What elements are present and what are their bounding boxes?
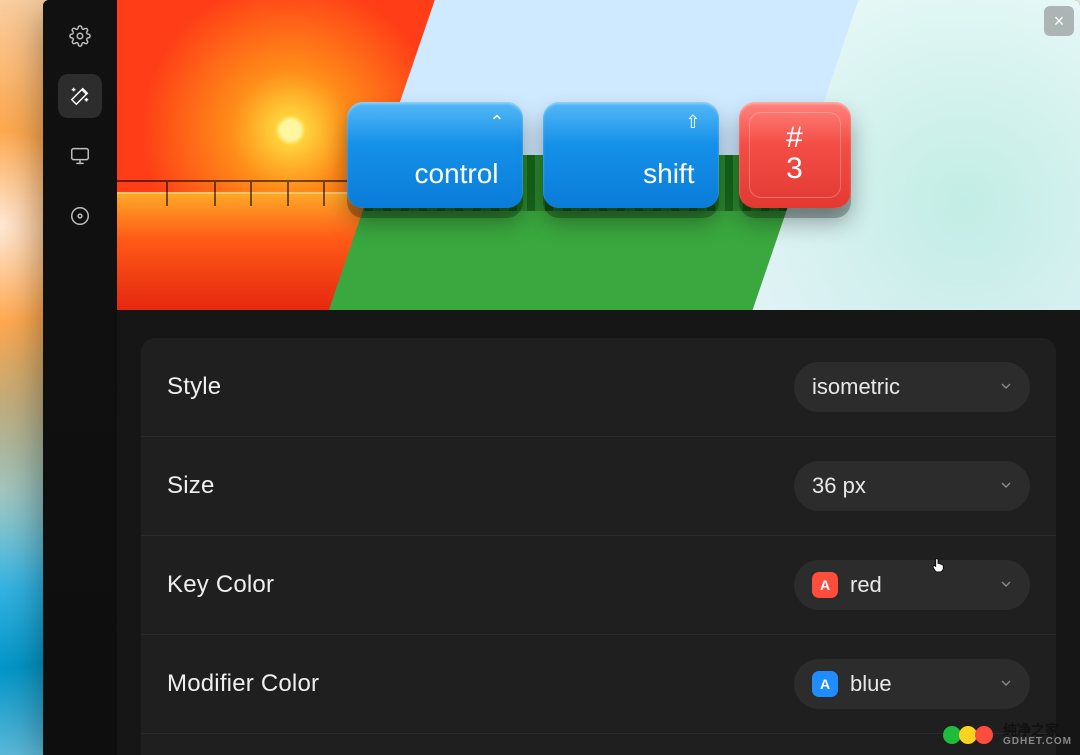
keycap-key: # 3 [739, 102, 851, 208]
sidebar-item-record[interactable] [58, 194, 102, 238]
keycap-key-bottom: 3 [786, 153, 803, 185]
row-border-color: Border Color silver [141, 734, 1056, 755]
select-modifier-color[interactable]: A blue [794, 659, 1030, 709]
close-icon: × [1054, 11, 1065, 32]
select-style[interactable]: isometric [794, 362, 1030, 412]
row-size: Size 36 px [141, 437, 1056, 536]
select-modifier-color-value: blue [850, 671, 892, 697]
row-size-label: Size [167, 472, 215, 500]
sidebar-item-settings[interactable] [58, 14, 102, 58]
preview-area: × ⌃ control ⇧ shift # 3 [117, 0, 1080, 310]
row-key-color-label: Key Color [167, 571, 274, 599]
keycap-preview: ⌃ control ⇧ shift # 3 [347, 102, 851, 208]
keycap-control-glyph: ⌃ [489, 112, 504, 133]
watermark-dot-red [975, 726, 993, 744]
settings-panel: Style isometric Size 36 px Key Color A r… [117, 310, 1080, 755]
watermark: 纯净之家 GDHET.COM [943, 723, 1072, 747]
close-button[interactable]: × [1044, 6, 1074, 36]
select-size-value: 36 px [812, 473, 866, 499]
row-style: Style isometric [141, 338, 1056, 437]
preferences-window: × ⌃ control ⇧ shift # 3 Style isometric [43, 0, 1080, 755]
swatch-modifier-color: A [812, 671, 838, 697]
monitor-icon [69, 145, 91, 167]
select-style-value: isometric [812, 374, 900, 400]
sidebar-item-display[interactable] [58, 134, 102, 178]
swatch-key-color: A [812, 572, 838, 598]
keycap-key-top: # [786, 122, 803, 154]
chevron-down-icon [998, 671, 1014, 697]
sidebar [43, 0, 117, 755]
keycap-shift: ⇧ shift [543, 102, 719, 208]
sidebar-item-style[interactable] [58, 74, 102, 118]
keycap-shift-glyph: ⇧ [685, 112, 700, 133]
keycap-control: ⌃ control [347, 102, 523, 208]
select-key-color[interactable]: A red [794, 560, 1030, 610]
keycap-shift-label: shift [643, 158, 694, 190]
gear-icon [69, 25, 91, 47]
select-size[interactable]: 36 px [794, 461, 1030, 511]
keycap-control-label: control [414, 158, 498, 190]
settings-list: Style isometric Size 36 px Key Color A r… [141, 338, 1056, 755]
row-modifier-color: Modifier Color A blue [141, 635, 1056, 734]
chevron-down-icon [998, 473, 1014, 499]
watermark-line1: 纯净之家 [1003, 723, 1072, 737]
row-modifier-color-label: Modifier Color [167, 670, 319, 698]
row-key-color: Key Color A red [141, 536, 1056, 635]
select-key-color-value: red [850, 572, 882, 598]
disc-icon [69, 205, 91, 227]
chevron-down-icon [998, 374, 1014, 400]
wand-icon [69, 85, 91, 107]
watermark-line2: GDHET.COM [1003, 737, 1072, 747]
chevron-down-icon [998, 572, 1014, 598]
row-style-label: Style [167, 373, 221, 401]
